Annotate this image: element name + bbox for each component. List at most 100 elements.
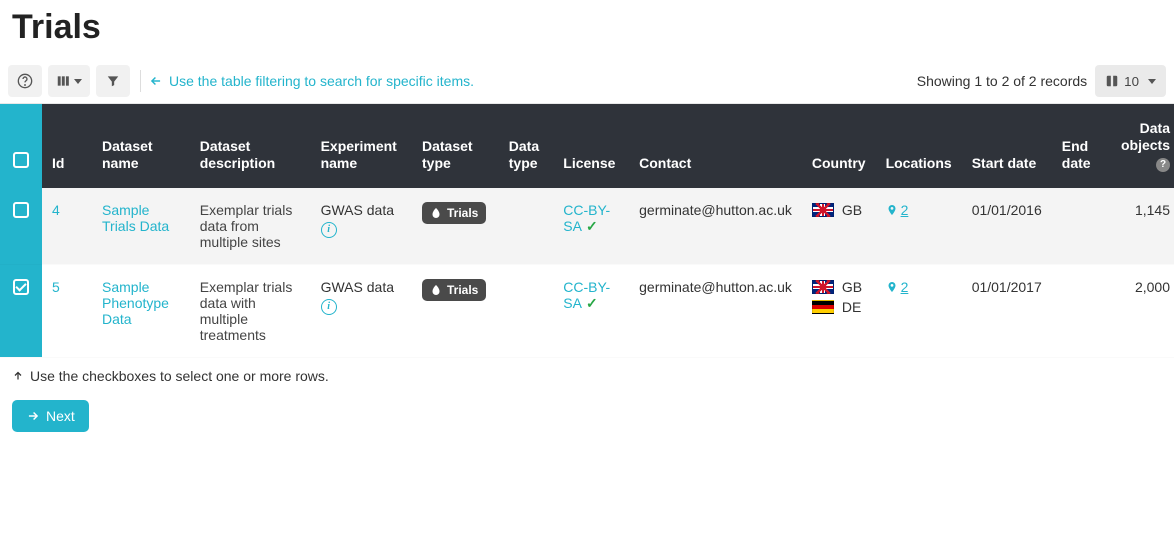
cell-country: GB DE <box>802 264 876 357</box>
cell-dataset-type: Trials <box>412 264 499 357</box>
col-id[interactable]: Id <box>42 104 92 188</box>
country-code: GB <box>842 202 862 218</box>
filter-button[interactable] <box>96 65 130 97</box>
experiment-name: GWAS data <box>321 279 402 295</box>
record-count: Showing 1 to 2 of 2 records <box>917 73 1095 89</box>
cell-description: Exemplar trials data from multiple sites <box>190 188 311 265</box>
arrow-right-icon <box>26 409 40 423</box>
col-start[interactable]: Start date <box>962 104 1052 188</box>
country-entry: GB <box>812 202 866 218</box>
col-name[interactable]: Dataset name <box>92 104 190 188</box>
filter-hint: Use the table filtering to search for sp… <box>149 73 474 89</box>
col-desc[interactable]: Dataset description <box>190 104 311 188</box>
info-icon[interactable]: i <box>321 299 337 315</box>
page-title: Trials <box>0 0 1174 59</box>
table-scroll[interactable]: Id Dataset name Dataset description Expe… <box>0 104 1174 358</box>
col-contact[interactable]: Contact <box>629 104 802 188</box>
cell-start-date: 01/01/2017 <box>962 264 1052 357</box>
filter-hint-text: Use the table filtering to search for sp… <box>169 73 474 89</box>
col-end[interactable]: End date <box>1052 104 1105 188</box>
book-icon <box>1105 74 1119 88</box>
page-size-button[interactable]: 10 <box>1095 65 1166 97</box>
checkbox-icon <box>13 279 29 295</box>
leaf-icon <box>430 207 442 219</box>
select-all-header[interactable] <box>0 104 42 188</box>
flag-gb-icon <box>812 280 834 294</box>
selection-hint: Use the checkboxes to select one or more… <box>0 358 1174 394</box>
checkbox-icon <box>13 152 29 168</box>
cell-data-type <box>499 188 554 265</box>
country-code: GB <box>842 279 862 295</box>
page-size-value: 10 <box>1124 74 1139 89</box>
col-datatype[interactable]: Data type <box>499 104 554 188</box>
datasets-table: Id Dataset name Dataset description Expe… <box>0 104 1174 358</box>
cell-contact: germinate@hutton.ac.uk <box>629 264 802 357</box>
locations-link[interactable]: 2 <box>886 202 909 218</box>
checkbox-icon <box>13 202 29 218</box>
cell-license: CC-BY-SA✓ <box>553 264 629 357</box>
caret-down-icon <box>74 79 82 84</box>
arrow-left-icon <box>149 74 163 88</box>
info-icon[interactable]: i <box>321 222 337 238</box>
arrow-up-icon <box>12 370 24 382</box>
trials-badge: Trials <box>422 202 486 224</box>
toolbar-separator <box>140 70 141 92</box>
cell-license: CC-BY-SA✓ <box>553 188 629 265</box>
dataset-name-link[interactable]: Sample Phenotype Data <box>102 279 169 327</box>
cell-id: 4 <box>42 188 92 265</box>
table-row: 5 Sample Phenotype Data Exemplar trials da… <box>0 264 1174 357</box>
country-code: DE <box>842 299 861 315</box>
cell-experiment: GWAS data i <box>311 264 412 357</box>
toolbar: Use the table filtering to search for sp… <box>0 59 1174 104</box>
col-objects[interactable]: Data objects? <box>1104 104 1174 188</box>
cell-name: Sample Trials Data <box>92 188 190 265</box>
pin-icon <box>886 280 898 294</box>
experiment-name: GWAS data <box>321 202 402 218</box>
cell-description: Exemplar trials data with multiple treat… <box>190 264 311 357</box>
help-button[interactable] <box>8 65 42 97</box>
help-icon <box>17 73 33 89</box>
cell-data-objects: 2,000 <box>1104 264 1174 357</box>
filter-icon <box>106 74 120 88</box>
cell-locations: 2 <box>876 264 962 357</box>
col-country[interactable]: Country <box>802 104 876 188</box>
flag-de-icon <box>812 300 834 314</box>
col-license[interactable]: License <box>553 104 629 188</box>
cell-id: 5 <box>42 264 92 357</box>
row-select[interactable] <box>0 264 42 357</box>
next-button-label: Next <box>46 408 75 424</box>
cell-start-date: 01/01/2016 <box>962 188 1052 265</box>
dataset-name-link[interactable]: Sample Trials Data <box>102 202 169 234</box>
country-entry: GB <box>812 279 866 295</box>
columns-icon <box>56 74 70 88</box>
table-row: 4 Sample Trials Data Exemplar trials data … <box>0 188 1174 265</box>
help-icon: ? <box>1156 158 1170 172</box>
cell-contact: germinate@hutton.ac.uk <box>629 188 802 265</box>
cell-data-type <box>499 264 554 357</box>
columns-button[interactable] <box>48 65 90 97</box>
selection-hint-text: Use the checkboxes to select one or more… <box>30 368 329 384</box>
row-select[interactable] <box>0 188 42 265</box>
caret-down-icon <box>1148 79 1156 84</box>
col-exp[interactable]: Experiment name <box>311 104 412 188</box>
cell-country: GB <box>802 188 876 265</box>
id-link[interactable]: 5 <box>52 279 60 295</box>
id-link[interactable]: 4 <box>52 202 60 218</box>
col-locations[interactable]: Locations <box>876 104 962 188</box>
leaf-icon <box>430 284 442 296</box>
flag-gb-icon <box>812 203 834 217</box>
country-entry: DE <box>812 299 866 315</box>
cell-end-date <box>1052 264 1105 357</box>
next-button[interactable]: Next <box>12 400 89 432</box>
check-icon: ✓ <box>586 295 598 311</box>
cell-end-date <box>1052 188 1105 265</box>
cell-dataset-type: Trials <box>412 188 499 265</box>
cell-experiment: GWAS data i <box>311 188 412 265</box>
trials-badge: Trials <box>422 279 486 301</box>
pin-icon <box>886 203 898 217</box>
cell-locations: 2 <box>876 188 962 265</box>
check-icon: ✓ <box>586 218 598 234</box>
cell-name: Sample Phenotype Data <box>92 264 190 357</box>
col-dtype[interactable]: Dataset type <box>412 104 499 188</box>
locations-link[interactable]: 2 <box>886 279 909 295</box>
